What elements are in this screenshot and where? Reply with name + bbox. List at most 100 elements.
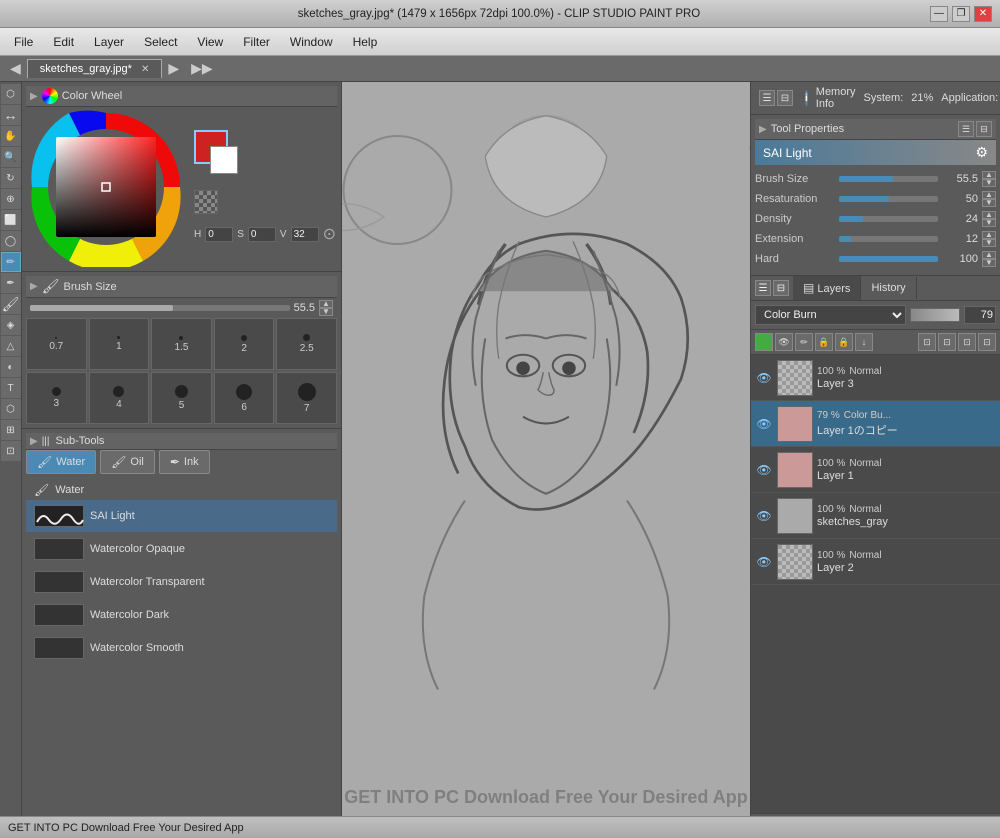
color-wheel-svg[interactable] <box>26 107 186 267</box>
window-controls[interactable]: — ❐ ✕ <box>930 6 992 22</box>
menu-edit[interactable]: Edit <box>43 31 84 53</box>
layer-btn-lock2[interactable]: 🔒 <box>835 333 853 351</box>
subtool-item-4[interactable]: Watercolor Smooth <box>26 632 337 664</box>
panel-icon-1[interactable]: ☰ <box>759 90 775 106</box>
tab-layers[interactable]: ▤ Layers <box>793 276 861 300</box>
tool-pen[interactable]: ✒ <box>1 273 21 293</box>
layer-item-0[interactable]: 👁100 %NormalLayer 3 <box>751 355 1000 401</box>
menu-help[interactable]: Help <box>343 31 388 53</box>
subtool-item-0[interactable]: SAI Light <box>26 500 337 532</box>
brush-panel-collapse[interactable]: ▶ <box>30 281 38 292</box>
tab-close-button[interactable]: ✕ <box>141 64 149 75</box>
brush-preset-2[interactable]: 2 <box>214 318 275 370</box>
tool-rotate[interactable]: ↻ <box>1 168 21 188</box>
color-picker-icon[interactable]: ⊙ <box>323 224 336 244</box>
menu-view[interactable]: View <box>187 31 233 53</box>
layer-item-3[interactable]: 👁100 %Normalsketches_gray <box>751 493 1000 539</box>
layer-btn-lock[interactable]: 🔒 <box>815 333 833 351</box>
s-input[interactable] <box>248 227 276 242</box>
v-input[interactable] <box>291 227 319 242</box>
brush-preset-6[interactable]: 6 <box>214 372 275 424</box>
tab-history[interactable]: History <box>861 277 916 299</box>
tool-rect-select[interactable]: ⬜ <box>1 210 21 230</box>
subtools-panel-collapse[interactable]: ▶ <box>30 436 38 447</box>
prop-slider[interactable] <box>839 256 938 262</box>
layer-btn-down-arrow[interactable]: ↓ <box>855 333 873 351</box>
color-wheel-canvas[interactable] <box>26 107 186 267</box>
subtool-item-1[interactable]: Watercolor Opaque <box>26 533 337 565</box>
tool-paint[interactable]: 🖌 <box>1 294 21 314</box>
prop-slider[interactable] <box>839 176 938 182</box>
new-layer-color[interactable] <box>755 333 773 351</box>
opacity-input[interactable] <box>964 306 996 324</box>
background-color-swatch[interactable] <box>210 146 238 174</box>
tool-move[interactable]: ↔ <box>1 105 21 125</box>
brush-preset-2.5[interactable]: 2.5 <box>276 318 337 370</box>
sketch-canvas[interactable]: R <box>342 82 750 838</box>
restore-button[interactable]: ❐ <box>952 6 970 22</box>
subtool-item-3[interactable]: Watercolor Dark <box>26 599 337 631</box>
layers-icon-1[interactable]: ☰ <box>755 280 771 296</box>
transparent-color-button[interactable] <box>194 190 218 214</box>
layer-eye-4[interactable]: 👁 <box>755 553 773 571</box>
subtool-tab-water[interactable]: 🖌 Water <box>26 450 96 474</box>
tab-arrow-more[interactable]: ▶▶ <box>185 60 219 77</box>
layer-eye-1[interactable]: 👁 <box>755 415 773 433</box>
tool-zoom[interactable]: 🔍 <box>1 147 21 167</box>
tool-eyedrop[interactable]: ⊕ <box>1 189 21 209</box>
menu-layer[interactable]: Layer <box>84 31 134 53</box>
tool-props-icon-2[interactable]: ⊟ <box>976 121 992 137</box>
brush-preset-4[interactable]: 4 <box>89 372 150 424</box>
brush-size-down[interactable]: ▼ <box>319 308 333 316</box>
menu-filter[interactable]: Filter <box>233 31 280 53</box>
prop-slider[interactable] <box>839 196 938 202</box>
tool-settings-icon[interactable]: ⚙ <box>975 144 988 161</box>
h-input[interactable] <box>205 227 233 242</box>
tool-select[interactable]: ⬡ <box>1 84 21 104</box>
tool-props-collapse[interactable]: ▶ <box>759 124 767 135</box>
layer-eye-0[interactable]: 👁 <box>755 369 773 387</box>
close-button[interactable]: ✕ <box>974 6 992 22</box>
layers-icon-2[interactable]: ⊟ <box>773 280 789 296</box>
prop-stepper-down[interactable]: ▼ <box>982 259 996 267</box>
prop-slider[interactable] <box>839 216 938 222</box>
minimize-button[interactable]: — <box>930 6 948 22</box>
tool-fill[interactable]: △ <box>1 336 21 356</box>
prop-stepper-down[interactable]: ▼ <box>982 239 996 247</box>
tool-misc[interactable]: ⊡ <box>1 441 21 461</box>
brush-preset-0.7[interactable]: 0.7 <box>26 318 87 370</box>
tool-brush[interactable]: ✏ <box>1 252 21 272</box>
tab-arrow-left[interactable]: ◀ <box>4 60 27 77</box>
tab-sketches[interactable]: sketches_gray.jpg* ✕ <box>27 59 163 78</box>
layer-eye-2[interactable]: 👁 <box>755 461 773 479</box>
layer-item-2[interactable]: 👁100 %NormalLayer 1 <box>751 447 1000 493</box>
brush-preset-1[interactable]: 1 <box>89 318 150 370</box>
menu-file[interactable]: File <box>4 31 43 53</box>
menu-select[interactable]: Select <box>134 31 187 53</box>
brush-preset-7[interactable]: 7 <box>276 372 337 424</box>
tool-props-icon-1[interactable]: ☰ <box>958 121 974 137</box>
prop-stepper-down[interactable]: ▼ <box>982 199 996 207</box>
layer-btn-extra2[interactable]: ⊡ <box>938 333 956 351</box>
layer-btn-pen[interactable]: ✏ <box>795 333 813 351</box>
tab-arrow-right[interactable]: ▶ <box>162 60 185 77</box>
layer-btn-extra3[interactable]: ⊡ <box>958 333 976 351</box>
color-panel-collapse[interactable]: ▶ <box>30 91 38 102</box>
tool-shape[interactable]: ⬡ <box>1 399 21 419</box>
subtool-item-2[interactable]: Watercolor Transparent <box>26 566 337 598</box>
layer-eye-3[interactable]: 👁 <box>755 507 773 525</box>
layer-btn-extra4[interactable]: ⊡ <box>978 333 996 351</box>
subtool-water-sub[interactable]: 🖌 Water <box>26 480 337 500</box>
layer-item-1[interactable]: 👁79 %Color Bu...Layer 1のコピー <box>751 401 1000 447</box>
tool-text[interactable]: T <box>1 378 21 398</box>
canvas-area[interactable]: R GET INTO PC Download Free Your Desired… <box>342 82 750 838</box>
layer-btn-eye[interactable]: 👁 <box>775 333 793 351</box>
tool-transform[interactable]: ⊞ <box>1 420 21 440</box>
tool-lasso[interactable]: ◯ <box>1 231 21 251</box>
prop-slider[interactable] <box>839 236 938 242</box>
tool-gradient[interactable]: ◐ <box>1 357 21 377</box>
subtool-tab-oil[interactable]: 🖌 Oil <box>100 450 155 474</box>
prop-stepper-down[interactable]: ▼ <box>982 219 996 227</box>
layer-btn-extra1[interactable]: ⊡ <box>918 333 936 351</box>
layer-item-4[interactable]: 👁100 %NormalLayer 2 <box>751 539 1000 585</box>
